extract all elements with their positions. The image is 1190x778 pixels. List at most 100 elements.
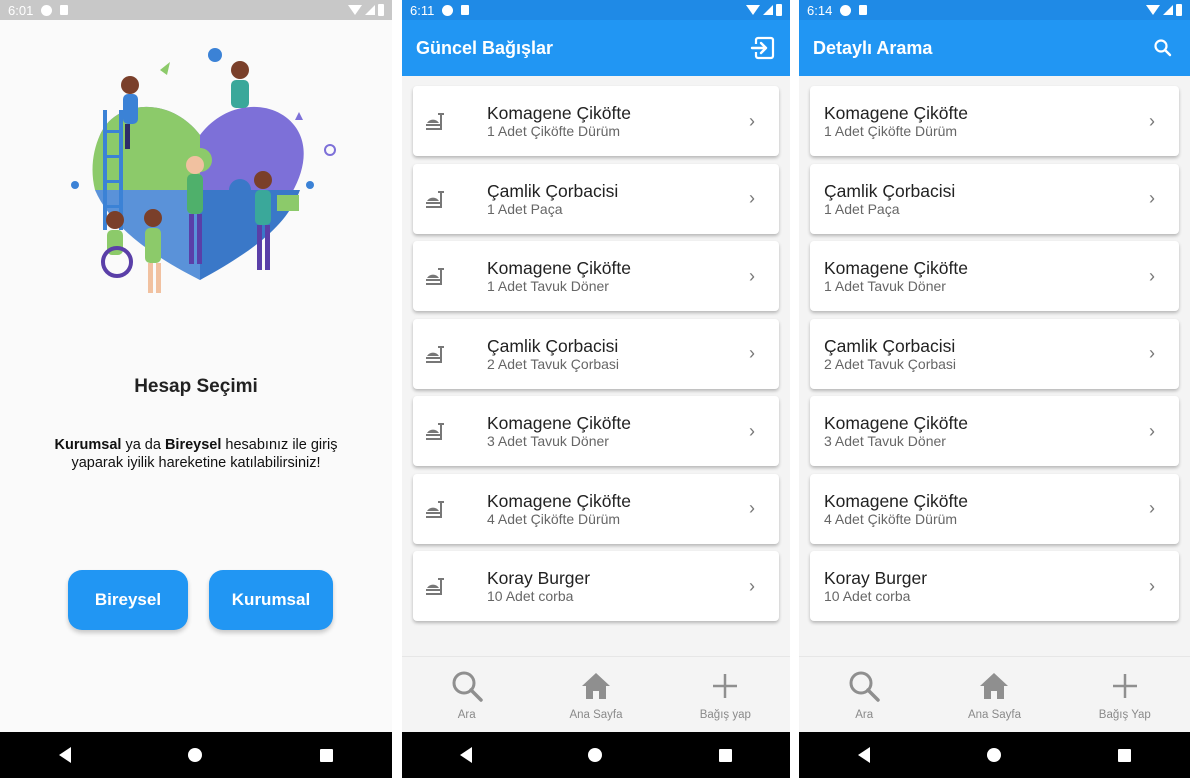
list-item-title: Komagene Çiköfte <box>824 413 968 433</box>
home-circle-icon[interactable] <box>188 748 203 762</box>
individual-button[interactable]: Bireysel <box>68 570 188 630</box>
list-item[interactable]: Komagene Çiköfte 1 Adet Çiköfte Dürüm › <box>413 86 779 156</box>
list-item-texts: Komagene Çiköfte 1 Adet Çiköfte Dürüm <box>810 103 1137 139</box>
status-bar: 6:14 <box>799 0 1190 20</box>
nav-home-label: Ana Sayfa <box>967 709 1022 721</box>
home-circle-icon[interactable] <box>986 748 1001 762</box>
signal-icon <box>763 5 773 15</box>
search-icon[interactable] <box>1150 35 1176 61</box>
home-circle-icon[interactable] <box>588 748 603 762</box>
search-icon <box>849 671 880 702</box>
notification-icon <box>41 4 53 16</box>
list-item[interactable]: Komagene Çiköfte 3 Adet Tavuk Döner › <box>810 396 1179 466</box>
list-item-subtitle: 4 Adet Çiköfte Dürüm <box>824 510 958 527</box>
recent-apps-icon[interactable] <box>320 748 334 762</box>
list-item[interactable]: Koray Burger 10 Adet corba › <box>413 551 779 621</box>
list-item[interactable]: Komagene Çiköfte 3 Adet Tavuk Döner › <box>413 396 779 466</box>
status-bar: 6:11 <box>402 0 790 20</box>
list-item-subtitle: 3 Adet Tavuk Döner <box>824 433 946 449</box>
list-item-title: Çamlik Çorbacisi <box>824 180 956 201</box>
home-icon <box>581 673 610 699</box>
food-icon <box>425 498 465 520</box>
battery-icon <box>776 4 782 16</box>
status-time: 6:01 <box>8 2 34 18</box>
list-item-subtitle: 1 Adet Paça <box>487 200 563 217</box>
food-icon <box>425 420 465 442</box>
wifi-icon <box>1146 5 1160 15</box>
list-item[interactable]: Komagene Çiköfte 1 Adet Tavuk Döner › <box>810 241 1179 311</box>
list-item-subtitle: 10 Adet corba <box>824 588 911 604</box>
signal-icon <box>1163 5 1173 15</box>
description-text: Kurumsal ya da Bireysel hesabınız ile gi… <box>40 436 352 472</box>
food-icon <box>425 343 465 365</box>
chevron-right-icon: › <box>749 420 755 441</box>
account-selection-screen: 6:01 Hesap Seçimi Kurumsal ya da Bireyse… <box>0 0 392 778</box>
list-item-texts: Komagene Çiköfte 3 Adet Tavuk Döner <box>465 413 737 449</box>
chevron-right-icon: › <box>1149 110 1155 131</box>
wifi-icon <box>348 5 362 15</box>
list-item[interactable]: Çamlik Çorbacisi 2 Adet Tavuk Çorbasi › <box>413 318 779 389</box>
nav-home[interactable]: Ana Sayfa <box>546 669 646 721</box>
nav-search[interactable]: Ara <box>814 669 914 721</box>
list-item[interactable]: Çamlik Çorbacisi 1 Adet Paça › <box>413 163 779 234</box>
list-item-title: Komagene Çiköfte <box>487 490 631 511</box>
list-item-texts: Çamlik Çorbacisi 2 Adet Tavuk Çorbasi <box>465 336 737 372</box>
chevron-right-icon: › <box>1149 188 1155 208</box>
list-item[interactable]: Çamlik Çorbacisi 1 Adet Paça › <box>810 163 1179 234</box>
list-item[interactable]: Çamlik Çorbacisi 2 Adet Tavuk Çorbasi › <box>810 318 1179 389</box>
plus-icon <box>713 674 738 698</box>
recent-apps-icon[interactable] <box>718 748 732 762</box>
list-item-subtitle: 1 Adet Paça <box>824 200 900 217</box>
logout-icon[interactable] <box>750 35 776 61</box>
list-item-title: Komagene Çiköfte <box>824 258 968 278</box>
sim-card-icon <box>60 5 69 15</box>
chevron-right-icon: › <box>749 575 755 596</box>
list-item[interactable]: Komagene Çiköfte 4 Adet Çiköfte Dürüm › <box>810 473 1179 544</box>
nav-search[interactable]: Ara <box>417 669 517 721</box>
nav-donate[interactable]: Bağış yap <box>675 669 775 721</box>
back-icon[interactable] <box>58 747 71 763</box>
list-item-texts: Çamlik Çorbacisi 1 Adet Paça <box>465 181 737 217</box>
sim-card-icon <box>461 5 470 15</box>
list-item-subtitle: 1 Adet Çiköfte Dürüm <box>824 123 958 139</box>
food-icon <box>425 188 465 210</box>
nav-donate-label: Bağış yap <box>699 709 751 721</box>
list-item-texts: Komagene Çiköfte 1 Adet Çiköfte Dürüm <box>465 103 737 139</box>
chevron-right-icon: › <box>749 498 755 518</box>
notification-icon <box>442 4 454 16</box>
nav-search-label: Ara <box>855 709 874 721</box>
nav-home[interactable]: Ana Sayfa <box>944 669 1044 721</box>
nav-home-label: Ana Sayfa <box>569 709 623 721</box>
list-item-title: Koray Burger <box>487 568 591 588</box>
app-bar-title: Detaylı Arama <box>813 37 933 58</box>
back-icon[interactable] <box>857 747 870 763</box>
list-item-subtitle: 1 Adet Çiköfte Dürüm <box>487 123 621 139</box>
donation-list: Komagene Çiköfte 1 Adet Çiköfte Dürüm › Çam… <box>402 76 790 621</box>
battery-icon <box>378 4 384 16</box>
corporate-button[interactable]: Kurumsal <box>209 570 333 630</box>
nav-donate[interactable]: Bağış Yap <box>1075 669 1175 721</box>
system-navigation-bar <box>0 732 392 778</box>
list-item[interactable]: Komagene Çiköfte 4 Adet Çiköfte Dürüm › <box>413 473 779 544</box>
status-time: 6:14 <box>807 2 833 18</box>
food-icon <box>425 265 465 287</box>
chevron-right-icon: › <box>1149 343 1155 363</box>
list-item-title: Komagene Çiköfte <box>487 258 631 278</box>
list-item-texts: Koray Burger 10 Adet corba <box>810 568 1137 604</box>
list-item-texts: Komagene Çiköfte 1 Adet Tavuk Döner <box>810 258 1137 294</box>
list-item[interactable]: Komagene Çiköfte 1 Adet Çiköfte Dürüm › <box>810 86 1179 156</box>
recent-apps-icon[interactable] <box>1118 748 1132 762</box>
food-icon <box>425 575 465 597</box>
list-item[interactable]: Koray Burger 10 Adet corba › <box>810 551 1179 621</box>
search-result-list: Komagene Çiköfte 1 Adet Çiköfte Dürüm › Çam… <box>799 76 1190 621</box>
chevron-right-icon: › <box>749 265 755 286</box>
signal-icon <box>365 5 375 15</box>
page-title: Hesap Seçimi <box>134 376 258 397</box>
plus-icon <box>1112 674 1137 698</box>
list-item-title: Koray Burger <box>824 568 928 588</box>
chevron-right-icon: › <box>1149 265 1155 286</box>
back-icon[interactable] <box>460 747 473 763</box>
detailed-search-screen: 6:14 Detaylı Arama Komagene Çiköfte 1 Ade… <box>799 0 1190 778</box>
list-item-title: Çamlik Çorbacisi <box>487 335 619 356</box>
list-item[interactable]: Komagene Çiköfte 1 Adet Tavuk Döner › <box>413 241 779 311</box>
